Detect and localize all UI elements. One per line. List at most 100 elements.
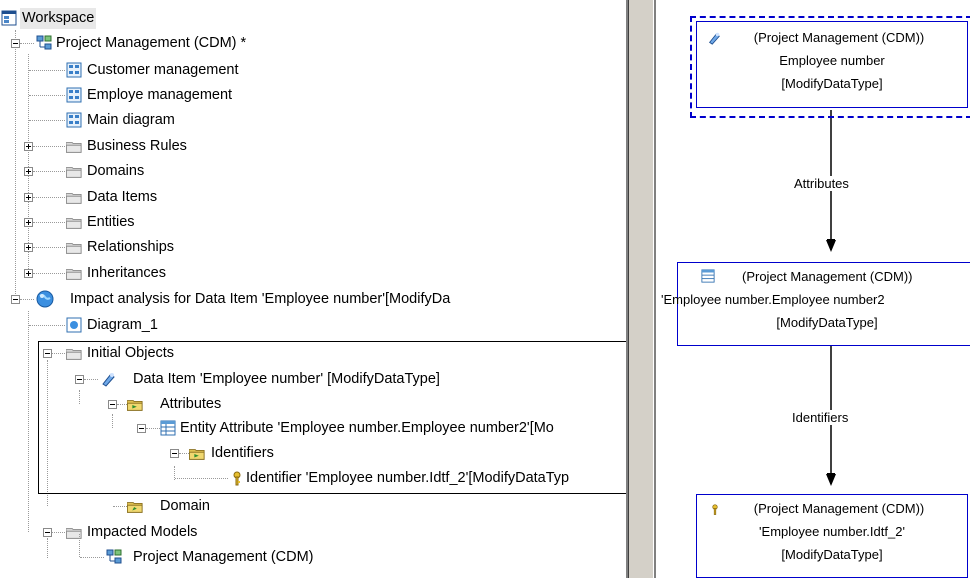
tree-connector xyxy=(20,43,34,44)
tree-connector xyxy=(33,171,65,172)
tree-label-folder: Data Items xyxy=(87,189,158,205)
impact-analysis-globe-icon xyxy=(36,290,54,308)
collapse-toggle[interactable] xyxy=(11,39,20,48)
tree-label-diagram: Main diagram xyxy=(87,112,175,128)
tree-connector xyxy=(84,379,98,380)
tree-connector xyxy=(33,197,65,198)
node-action: [ModifyDataType] xyxy=(781,76,883,91)
tree-label-folder: Business Rules xyxy=(87,138,187,154)
dependency-folder-icon xyxy=(189,449,205,460)
tree-connector xyxy=(52,353,65,354)
pane-splitter[interactable] xyxy=(626,0,656,578)
impact-diagram-icon xyxy=(66,317,82,333)
folder-icon xyxy=(66,167,82,178)
tree-label-folder: Entities xyxy=(87,214,135,230)
tree-connector xyxy=(33,273,65,274)
tree-connector xyxy=(80,557,104,558)
expand-toggle[interactable] xyxy=(24,243,33,252)
tree-connector xyxy=(28,311,29,532)
collapse-toggle[interactable] xyxy=(108,400,117,409)
edge-label-identifiers: Identifiers xyxy=(790,410,851,425)
expand-toggle[interactable] xyxy=(24,218,33,227)
tree-connector xyxy=(29,120,65,121)
node-object-name: 'Employee number.Employee number2 xyxy=(661,292,885,307)
tree-connector xyxy=(175,478,228,479)
entity-attribute-icon xyxy=(701,269,715,283)
node-model-name: (Project Management (CDM)) xyxy=(753,30,925,45)
node-action: [ModifyDataType] xyxy=(776,315,878,330)
tree-connector xyxy=(47,538,48,558)
tree-connector xyxy=(179,453,189,454)
edge-label-attributes: Attributes xyxy=(792,176,851,191)
tree-connector xyxy=(33,222,65,223)
impact-diagram-canvas[interactable]: (Project Management (CDM)) Employee numb… xyxy=(656,0,970,578)
tree-connector xyxy=(79,534,80,557)
key-icon xyxy=(712,504,718,515)
tree-connector xyxy=(33,146,65,147)
dependency-folder-icon xyxy=(127,400,143,411)
tree-connector xyxy=(29,325,65,326)
expand-toggle[interactable] xyxy=(24,142,33,151)
tree-label-attributes: Attributes xyxy=(160,396,222,412)
expand-toggle[interactable] xyxy=(24,269,33,278)
data-item-icon xyxy=(102,373,115,387)
diagram-node-data-item[interactable]: (Project Management (CDM)) Employee numb… xyxy=(696,21,968,108)
tree-connector xyxy=(113,506,127,507)
tree-label-identifier: Identifier 'Employee number.Idtf_2'[Modi… xyxy=(246,470,570,486)
tree-connector xyxy=(28,54,29,273)
node-model-name: (Project Management (CDM)) xyxy=(753,501,925,516)
workspace-icon xyxy=(1,10,17,26)
collapse-toggle[interactable] xyxy=(170,449,179,458)
diagram-icon xyxy=(66,112,82,128)
diagram-icon xyxy=(66,87,82,103)
collapse-toggle[interactable] xyxy=(75,375,84,384)
tree-connector xyxy=(29,70,65,71)
expand-toggle[interactable] xyxy=(24,193,33,202)
tree-label-project-model: Project Management (CDM) * xyxy=(56,35,247,51)
cdm-model-icon xyxy=(106,549,122,564)
tree-connector xyxy=(117,404,127,405)
tree-label-initial-objects: Initial Objects xyxy=(87,345,175,361)
collapse-toggle[interactable] xyxy=(137,424,146,433)
tree-label-diagram: Customer management xyxy=(87,62,239,78)
tree-label-workspace: Workspace xyxy=(20,8,97,29)
folder-icon xyxy=(66,193,82,204)
node-object-name: Employee number xyxy=(779,53,885,68)
diagram-icon xyxy=(66,62,82,78)
collapse-toggle[interactable] xyxy=(11,295,20,304)
tree-label-identifiers: Identifiers xyxy=(211,445,274,461)
collapse-toggle[interactable] xyxy=(43,528,52,537)
tree-label-entity-attribute: Entity Attribute 'Employee number.Employ… xyxy=(180,420,554,436)
tree-connector xyxy=(52,532,65,533)
expand-toggle[interactable] xyxy=(24,167,33,176)
tree-label-diagram: Employe management xyxy=(87,87,233,103)
tree-connector xyxy=(20,299,34,300)
tree-label-impacted-project: Project Management (CDM) xyxy=(133,549,314,565)
tree-label-folder: Inheritances xyxy=(87,265,166,281)
tree-label-diagram-1: Diagram_1 xyxy=(87,317,158,333)
folder-icon xyxy=(66,142,82,153)
entity-attribute-icon xyxy=(160,420,176,436)
node-object-name: 'Employee number.Idtf_2' xyxy=(759,524,905,539)
key-icon xyxy=(233,471,241,486)
tree-label-impacted-models: Impacted Models xyxy=(87,524,198,540)
tree-label-folder: Relationships xyxy=(87,239,175,255)
workspace-tree[interactable]: Workspace Project Management (CDM) * Cus… xyxy=(0,0,626,578)
cdm-model-icon xyxy=(36,35,52,50)
folder-icon xyxy=(66,243,82,254)
node-model-name: (Project Management (CDM)) xyxy=(742,269,913,284)
dependency-folder-icon xyxy=(127,502,143,513)
diagram-node-entity-attribute[interactable]: (Project Management (CDM)) 'Employee num… xyxy=(661,262,970,346)
node-action: [ModifyDataType] xyxy=(781,547,883,562)
tree-label-impact-analysis: Impact analysis for Data Item 'Employee … xyxy=(70,291,451,307)
collapse-toggle[interactable] xyxy=(43,349,52,358)
tree-connector xyxy=(15,30,16,298)
tree-label-folder: Domains xyxy=(87,163,145,179)
tree-connector xyxy=(29,95,65,96)
folder-icon xyxy=(66,269,82,280)
tree-connector xyxy=(33,247,65,248)
tree-connector xyxy=(146,428,160,429)
diagram-node-identifier[interactable]: (Project Management (CDM)) 'Employee num… xyxy=(696,494,968,578)
data-item-icon xyxy=(708,32,720,45)
tree-label-domain: Domain xyxy=(160,498,210,514)
